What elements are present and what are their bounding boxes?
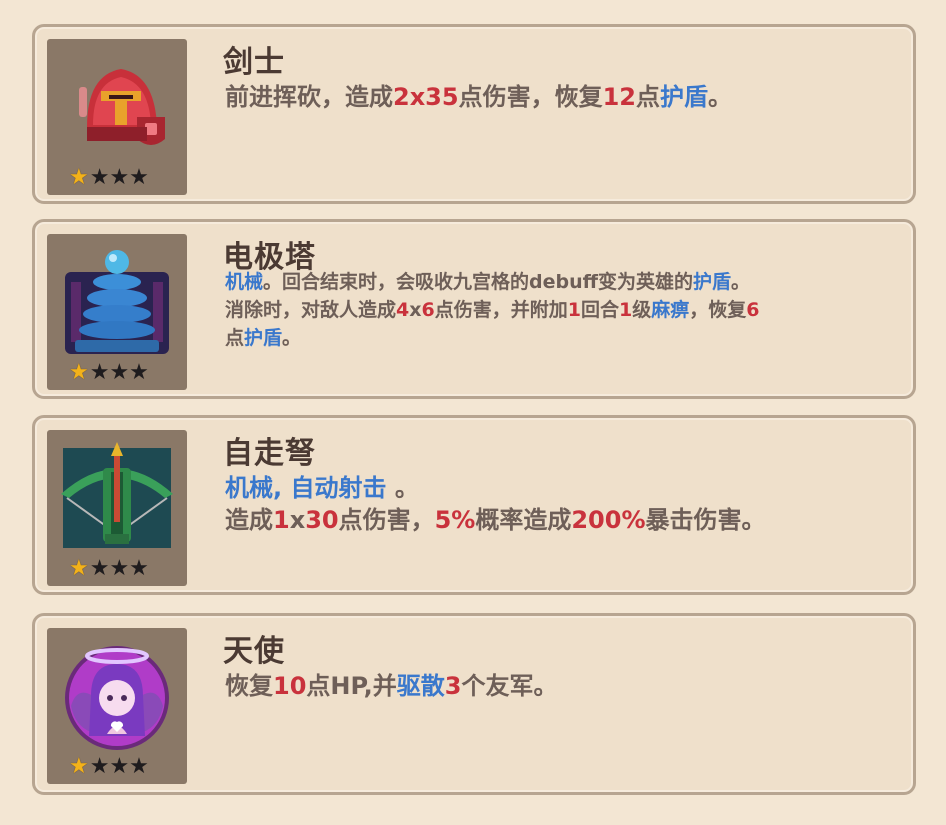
knight-helmet-icon	[79, 69, 165, 145]
keyword-link[interactable]: 麻痹	[651, 299, 689, 321]
unit-portrait: ★ ★★★	[47, 430, 187, 586]
unit-card-swordsman[interactable]: ★ ★★★ 剑士 前进挥砍，造成2x35点伤害，恢复12点护盾。	[32, 24, 916, 204]
unit-description: 恢复10点HP,并驱散3个友军。	[225, 672, 558, 700]
unit-name: 自走弩	[223, 436, 316, 471]
keyword-link[interactable]: 驱散	[397, 672, 445, 700]
unit-card-electrode-tower[interactable]: ★ ★★★ 电极塔 机械。回合结束时，会吸收九宫格的debuff变为英雄的护盾。…	[32, 219, 916, 399]
star-empty-icon: ★★★	[89, 165, 149, 190]
auto-crossbow-icon	[61, 442, 173, 548]
star-rating: ★ ★★★	[69, 756, 149, 778]
keyword-link[interactable]: 自动射击	[290, 474, 386, 502]
unit-description: 机械, 自动射击 。造成1x30点伤害，5%概率造成200%暴击伤害。	[225, 474, 766, 534]
star-rating: ★ ★★★	[69, 558, 149, 580]
star-filled-icon: ★	[69, 754, 89, 779]
unit-card-angel[interactable]: ★ ★★★ 天使 恢复10点HP,并驱散3个友军。	[32, 613, 916, 795]
unit-description: 机械。回合结束时，会吸收九宫格的debuff变为英雄的护盾。 消除时，对敌人造成4…	[225, 271, 760, 349]
unit-description: 前进挥砍，造成2x35点伤害，恢复12点护盾。	[225, 83, 732, 111]
unit-card-auto-crossbow[interactable]: ★ ★★★ 自走弩 机械, 自动射击 。造成1x30点伤害，5%概率造成200%…	[32, 415, 916, 595]
unit-portrait: ★ ★★★	[47, 628, 187, 784]
keyword-link[interactable]: 护盾	[693, 271, 731, 293]
keyword-link[interactable]: 机械	[225, 474, 273, 502]
keyword-link[interactable]: 护盾	[660, 83, 708, 111]
unit-name: 剑士	[223, 45, 285, 80]
unit-name: 天使	[223, 634, 285, 669]
star-filled-icon: ★	[69, 360, 89, 385]
unit-portrait: ★ ★★★	[47, 39, 187, 195]
star-empty-icon: ★★★	[89, 360, 149, 385]
keyword-link[interactable]: 护盾	[244, 327, 282, 349]
star-filled-icon: ★	[69, 165, 89, 190]
star-rating: ★ ★★★	[69, 167, 149, 189]
tesla-coil-icon	[65, 250, 169, 354]
unit-portrait: ★ ★★★	[47, 234, 187, 390]
star-filled-icon: ★	[69, 556, 89, 581]
star-empty-icon: ★★★	[89, 556, 149, 581]
angel-icon	[65, 646, 169, 750]
keyword-link[interactable]: 机械	[225, 271, 263, 293]
star-rating: ★ ★★★	[69, 362, 149, 384]
star-empty-icon: ★★★	[89, 754, 149, 779]
